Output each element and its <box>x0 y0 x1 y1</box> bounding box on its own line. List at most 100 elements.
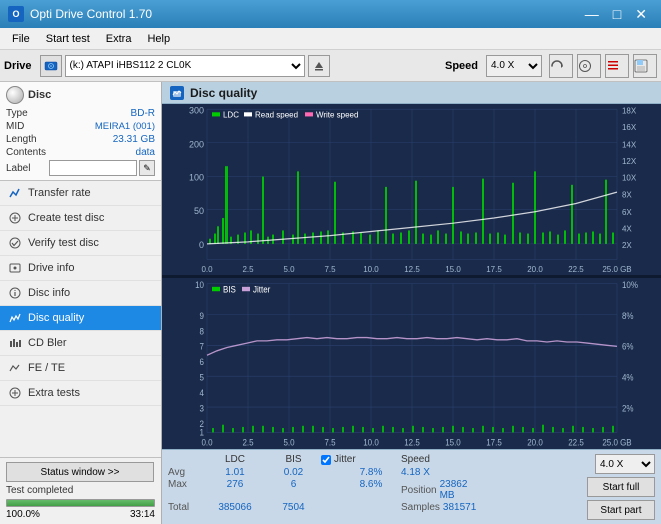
stats-table: LDC BIS Jitter Speed Avg <box>168 454 583 513</box>
close-button[interactable]: ✕ <box>629 4 653 24</box>
nav-item-verify-test-disc[interactable]: Verify test disc <box>0 231 161 256</box>
svg-text:1: 1 <box>200 427 205 437</box>
svg-text:9: 9 <box>200 310 205 320</box>
start-part-button[interactable]: Start part <box>587 500 655 520</box>
lower-chart: 10 9 8 7 6 5 4 3 2 1 10% 8% 6% <box>162 278 661 449</box>
nav-item-disc-quality[interactable]: Disc quality <box>0 306 161 331</box>
svg-text:10: 10 <box>195 280 204 290</box>
create-test-disc-icon <box>8 211 22 225</box>
nav-item-fe-te[interactable]: FE / TE <box>0 356 161 381</box>
right-controls: 4.0 X Start full Start part <box>587 454 655 520</box>
toolbar-refresh-button[interactable] <box>549 54 573 78</box>
svg-text:5.0: 5.0 <box>283 265 295 274</box>
drive-label: Drive <box>4 60 32 72</box>
disc-panel-label: Disc <box>28 89 51 101</box>
stats-total-label: Total <box>168 502 204 513</box>
disc-label-input[interactable] <box>49 160 137 176</box>
minimize-button[interactable]: — <box>579 4 605 24</box>
chart-header: Disc quality <box>162 82 661 104</box>
svg-text:2.5: 2.5 <box>242 437 253 447</box>
disc-icon <box>6 86 24 104</box>
status-window-button[interactable]: Status window >> <box>6 462 154 482</box>
svg-text:15.0: 15.0 <box>445 265 461 274</box>
eject-button[interactable] <box>308 55 330 77</box>
stats-total-bis: 7504 <box>266 502 321 513</box>
status-area: Status window >> Test completed 100.0% 3… <box>0 457 161 524</box>
stats-samples-value: 381571 <box>443 502 476 513</box>
svg-text:17.5: 17.5 <box>486 265 502 274</box>
type-value: BD-R <box>131 108 155 119</box>
menu-file[interactable]: File <box>4 31 38 47</box>
nav-item-create-test-disc[interactable]: Create test disc <box>0 206 161 231</box>
status-text: Test completed <box>6 485 155 496</box>
menu-start-test[interactable]: Start test <box>38 31 98 47</box>
svg-text:8: 8 <box>200 326 205 336</box>
start-full-button[interactable]: Start full <box>587 477 655 497</box>
stats-area: LDC BIS Jitter Speed Avg <box>162 449 661 524</box>
svg-text:16X: 16X <box>622 123 637 132</box>
nav-item-disc-info[interactable]: Disc info <box>0 281 161 306</box>
stats-avg-label: Avg <box>168 467 204 478</box>
menu-extra[interactable]: Extra <box>98 31 140 47</box>
svg-text:6: 6 <box>200 357 205 367</box>
svg-text:22.5: 22.5 <box>568 265 584 274</box>
svg-text:20.0: 20.0 <box>527 265 543 274</box>
svg-text:300: 300 <box>189 105 204 115</box>
speed-select[interactable]: 4.0 X <box>486 55 542 77</box>
nav-list: Transfer rate Create test disc Verify te… <box>0 181 161 457</box>
toolbar-disc-button[interactable] <box>577 54 601 78</box>
mid-label: MID <box>6 121 24 132</box>
right-panel: Disc quality <box>162 82 661 524</box>
nav-item-cd-bler[interactable]: CD Bler <box>0 331 161 356</box>
extra-tests-icon <box>8 386 22 400</box>
drive-select[interactable]: (k:) ATAPI iHBS112 2 CL0K <box>65 55 305 77</box>
svg-text:10.0: 10.0 <box>363 437 379 447</box>
speed-select-stats[interactable]: 4.0 X <box>595 454 655 474</box>
svg-text:6X: 6X <box>622 208 632 217</box>
svg-text:LDC: LDC <box>223 110 239 119</box>
nav-label-drive-info: Drive info <box>28 262 74 274</box>
nav-item-drive-info[interactable]: Drive info <box>0 256 161 281</box>
svg-text:17.5: 17.5 <box>486 437 502 447</box>
stats-col-ldc: LDC <box>204 454 266 465</box>
menu-help[interactable]: Help <box>139 31 178 47</box>
nav-item-transfer-rate[interactable]: Transfer rate <box>0 181 161 206</box>
nav-label-disc-quality: Disc quality <box>28 312 84 324</box>
transfer-rate-icon <box>8 186 22 200</box>
jitter-checkbox[interactable] <box>321 455 331 465</box>
type-label: Type <box>6 108 28 119</box>
svg-text:18X: 18X <box>622 106 637 115</box>
maximize-button[interactable]: □ <box>607 4 627 24</box>
disc-info-icon <box>8 286 22 300</box>
status-bottom: 100.0% 33:14 <box>6 509 155 520</box>
stats-position-value: 23862 MB <box>440 479 471 501</box>
svg-text:2.5: 2.5 <box>242 265 254 274</box>
svg-text:10.0: 10.0 <box>363 265 379 274</box>
svg-text:25.0 GB: 25.0 GB <box>602 437 632 447</box>
toolbar-save-button[interactable] <box>633 54 657 78</box>
svg-text:14X: 14X <box>622 140 637 149</box>
drive-icon <box>40 55 62 77</box>
svg-text:0.0: 0.0 <box>201 437 212 447</box>
disc-label-button[interactable]: ✎ <box>139 160 155 176</box>
toolbar-settings-button[interactable] <box>605 54 629 78</box>
svg-text:4%: 4% <box>622 372 634 382</box>
app-icon: O <box>8 6 24 22</box>
svg-text:Write speed: Write speed <box>316 110 358 119</box>
charts-area: 300 200 100 50 0 18X 16X 14X 12X 10X 8X … <box>162 104 661 449</box>
nav-label-create-test-disc: Create test disc <box>28 212 104 224</box>
svg-text:7: 7 <box>200 341 205 351</box>
svg-text:BIS: BIS <box>223 284 236 294</box>
stats-avg-ldc: 1.01 <box>204 467 266 478</box>
nav-label-verify-test-disc: Verify test disc <box>28 237 99 249</box>
fe-te-icon <box>8 361 22 375</box>
svg-text:200: 200 <box>189 139 204 149</box>
length-value: 23.31 GB <box>113 134 155 145</box>
title-bar-controls: — □ ✕ <box>579 4 653 24</box>
nav-label-cd-bler: CD Bler <box>28 337 67 349</box>
cd-bler-icon <box>8 336 22 350</box>
disc-label-label: Label <box>6 163 30 174</box>
stats-speed-value: 4.18 X <box>401 467 471 478</box>
nav-item-extra-tests[interactable]: Extra tests <box>0 381 161 406</box>
left-panel: Disc Type BD-R MID MEIRA1 (001) Length 2… <box>0 82 162 524</box>
